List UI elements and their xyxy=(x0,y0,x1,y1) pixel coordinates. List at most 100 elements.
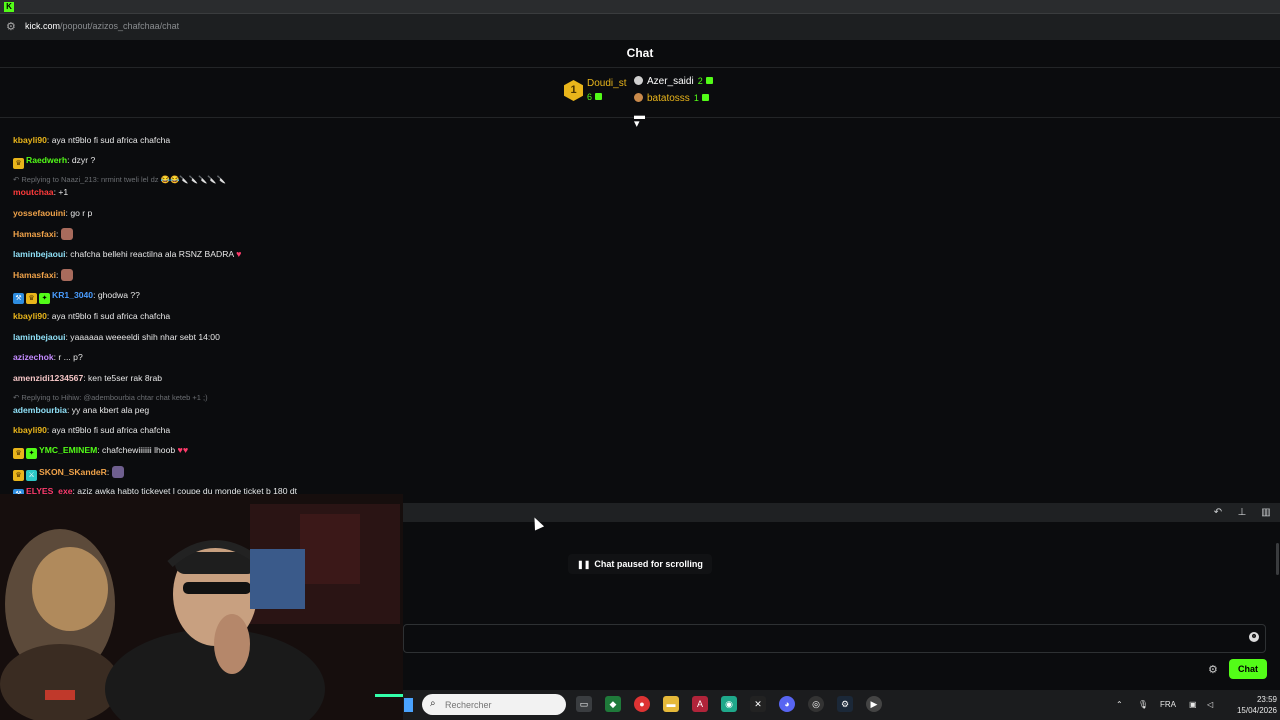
message-text: : dzyr ? xyxy=(67,155,96,165)
username[interactable]: kbayli90 xyxy=(13,425,47,435)
kick-logo-icon: K xyxy=(4,2,14,12)
username[interactable]: azizechok xyxy=(13,352,54,362)
paused-label: Chat paused for scrolling xyxy=(594,559,703,569)
chat-message: Hamasfaxi: xyxy=(13,228,73,240)
chat-message: kbayli90: aya nt9blo fi sud africa chafc… xyxy=(13,135,170,145)
chat-input-box[interactable]: ☻ xyxy=(403,624,1266,653)
verified-badge-icon: ⚒ xyxy=(13,293,24,304)
site-settings-icon[interactable]: ⚙ xyxy=(6,20,16,33)
webcam-image xyxy=(0,494,403,720)
gift-count: 6 xyxy=(587,92,593,102)
leaderboard-name: Azer_saidi xyxy=(647,76,694,87)
username[interactable]: KR1_3040 xyxy=(52,290,93,300)
chrome-icon[interactable]: ● xyxy=(634,696,650,712)
app-icon[interactable]: ◆ xyxy=(605,696,621,712)
taskbar-clock[interactable]: 23:59 15/04/2026 xyxy=(1223,694,1277,716)
taskbar-search-input[interactable] xyxy=(445,697,555,712)
url-host: kick.com xyxy=(25,21,61,31)
clock-date: 15/04/2026 xyxy=(1236,706,1277,715)
media-player-icon[interactable]: ▶ xyxy=(866,696,882,712)
chat-messages[interactable]: kbayli90: aya nt9blo fi sud africa chafc… xyxy=(0,128,1280,494)
heart-emote-icon: ♥ xyxy=(236,249,242,259)
chat-message: yossefaouini: go r p xyxy=(13,208,92,218)
username[interactable]: YMC_EMINEM xyxy=(39,445,97,455)
message-text: : chafchewiiiiiii lhoob xyxy=(97,445,176,455)
leaderboard-third[interactable]: batatosss 1 xyxy=(634,93,709,104)
crown-badge-icon: ♛ xyxy=(13,448,24,459)
username[interactable]: yossefaouini xyxy=(13,208,66,218)
username[interactable]: amenzidi1234567 xyxy=(13,373,83,383)
emote-icon xyxy=(60,228,73,240)
volume-icon[interactable]: ◁ xyxy=(1207,690,1213,720)
pause-icon: ❚❚ xyxy=(577,560,591,569)
subscriber-badge-icon: ✦ xyxy=(39,293,50,304)
url-text[interactable]: kick.com/popout/azizos_chafchaa/chat xyxy=(25,21,179,31)
chat-message: laminbejaoui: chafcha bellehi reactilna … xyxy=(13,249,241,259)
chat-message: kbayli90: aya nt9blo fi sud africa chafc… xyxy=(13,425,170,435)
app-icon[interactable]: ◉ xyxy=(721,696,737,712)
app-icon[interactable]: A xyxy=(692,696,708,712)
crown-badge-icon: ♛ xyxy=(13,158,24,169)
silver-rank-icon xyxy=(634,76,643,85)
leaderboard-name: Doudi_st xyxy=(587,78,627,89)
username[interactable]: Hamasfaxi xyxy=(13,229,56,239)
clock-time: 23:59 xyxy=(1256,695,1277,704)
obs-icon[interactable]: ◎ xyxy=(808,696,824,712)
message-text: : chafcha bellehi reactilna ala RSNZ BAD… xyxy=(65,249,234,259)
chat-title: Chat xyxy=(626,46,654,60)
rank-badge: 1 xyxy=(564,80,583,101)
tray-expand-icon[interactable]: ⌃ xyxy=(1116,690,1123,720)
message-text: : ghodwa ?? xyxy=(93,290,140,300)
chat-message: kbayli90: aya nt9blo fi sud africa chafc… xyxy=(13,311,170,321)
username[interactable]: laminbejaoui xyxy=(13,332,66,342)
collapse-leaderboard-icon[interactable]: ▬ ▾ xyxy=(634,111,645,130)
language-indicator[interactable]: FRA xyxy=(1160,690,1176,720)
username[interactable]: ELYES_exe xyxy=(26,486,73,494)
reply-context[interactable]: ↶ Replying to Hihiw: @adembourbia chtar … xyxy=(13,393,208,402)
username[interactable]: kbayli90 xyxy=(13,135,47,145)
leaderboard-count: 6 xyxy=(587,92,603,102)
chat-paused-button[interactable]: ❚❚ Chat paused for scrolling xyxy=(568,554,712,574)
scrollbar-thumb[interactable] xyxy=(1276,543,1279,575)
send-chat-button[interactable]: Chat xyxy=(1229,659,1267,679)
message-text: : +1 xyxy=(53,187,69,197)
chat-message: azizechok: r ... p? xyxy=(13,352,83,362)
chat-settings-icon[interactable]: ⚙ xyxy=(1208,663,1218,676)
message-text: : xyxy=(56,270,59,280)
reply-icon[interactable]: ↶ xyxy=(1211,506,1225,520)
username[interactable]: adembourbia xyxy=(13,405,67,415)
chat-input[interactable] xyxy=(412,630,1232,648)
taskbar-search[interactable]: ⌕ xyxy=(422,694,566,715)
file-explorer-icon[interactable]: ▬ xyxy=(663,696,679,712)
message-text: : aya nt9blo fi sud africa chafcha xyxy=(46,135,171,145)
network-icon[interactable]: ▣ xyxy=(1189,690,1197,720)
gift-count: 2 xyxy=(697,76,703,86)
microphone-icon[interactable]: 🎙 xyxy=(1138,690,1148,720)
subscriber-badge-icon: ✦ xyxy=(26,448,37,459)
task-view-icon[interactable]: ▭ xyxy=(576,696,592,712)
message-text: : xyxy=(56,229,59,239)
message-text: : r ... p? xyxy=(53,352,83,362)
leaderboard-second[interactable]: Azer_saidi 2 xyxy=(634,76,713,87)
gift-count: 1 xyxy=(693,93,699,103)
steam-icon[interactable]: ⚙ xyxy=(837,696,853,712)
windows-start-icon[interactable] xyxy=(404,698,413,712)
gift-icon xyxy=(701,94,709,101)
app-icon[interactable]: ✕ xyxy=(750,696,766,712)
message-text: : aya nt9blo fi sud africa chafcha xyxy=(46,311,171,321)
username[interactable]: kbayli90 xyxy=(13,311,47,321)
discord-icon[interactable]: ◕ xyxy=(779,696,795,712)
emoji-icon[interactable]: ☻ xyxy=(1249,632,1259,642)
reply-context[interactable]: ↶ Replying to Naazi_213: nrmint tweli le… xyxy=(13,175,226,184)
message-text: : aya nt9blo fi sud africa chafcha xyxy=(46,425,171,435)
username[interactable]: Hamasfaxi xyxy=(13,270,56,280)
search-icon: ⌕ xyxy=(430,698,436,709)
username[interactable]: laminbejaoui xyxy=(13,249,66,259)
username[interactable]: SKON_SKandeR xyxy=(39,467,107,477)
username[interactable]: Raedwerh xyxy=(26,155,67,165)
pin-icon[interactable]: ⊥ xyxy=(1235,506,1249,520)
windows-taskbar: ⌕ ▭ ◆ ● ▬ A ◉ ✕ ◕ ◎ ⚙ ▶ ⌃ 🎙 FRA ▣ ◁ 23:5… xyxy=(403,690,1280,720)
username[interactable]: moutchaa xyxy=(13,187,54,197)
address-bar[interactable]: ⚙ kick.com/popout/azizos_chafchaa/chat xyxy=(0,14,1280,40)
delete-icon[interactable]: ▥ xyxy=(1259,506,1273,520)
